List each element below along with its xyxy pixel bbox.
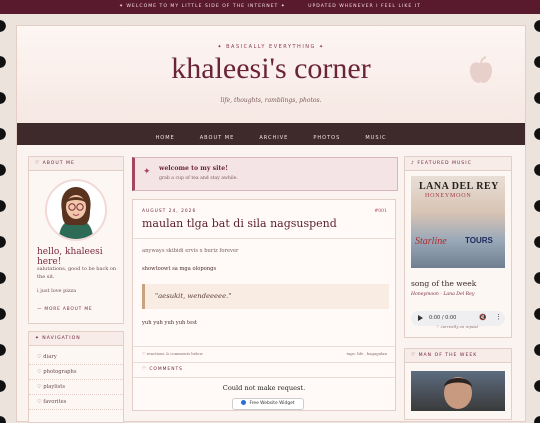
blog-post: AUGUST 24, 2026 #001 maulan tlga bat di … (132, 199, 396, 411)
post-footer-note: ♡ reactions & comments below (142, 351, 203, 356)
welcome-text: grab a cup of tea and stay awhile. (159, 176, 238, 181)
site-subtitle: life, thoughts, ramblings, photos. (220, 97, 322, 104)
comments-heading: ♡ COMMENTS (142, 367, 183, 372)
comments-header: ♡ COMMENTS (133, 362, 395, 378)
about-text-1: salutations, good to be back on the sit. (37, 266, 117, 280)
post-number: #001 (374, 209, 387, 214)
top-banner-right: UPDATED WHENEVER I FEEL LIKE IT (308, 4, 421, 9)
more-options-icon[interactable]: ⋮ (495, 313, 502, 321)
navigation-heading: ✦ NAVIGATION (29, 332, 123, 346)
nav-about-me[interactable]: ABOUT ME (200, 135, 234, 141)
top-banner-left: ✦ WELCOME TO MY LITTLE SIDE OF THE INTER… (119, 4, 286, 9)
featured-music-heading: ♪ FEATURED MUSIC (405, 157, 511, 171)
nav-link-photographs[interactable]: ♡ photographs (29, 365, 123, 380)
sparkle-icon: ✦ (143, 167, 151, 177)
widget-label: Free Website Widget (249, 401, 295, 406)
man-of-the-week-photo (411, 371, 505, 411)
apple-icon (469, 56, 493, 83)
person-photo (444, 377, 472, 409)
volume-icon[interactable]: 🔇 (479, 314, 486, 321)
site-header: ✦ BASICALLY EVERYTHING ✦ khaleesi's corn… (17, 26, 525, 124)
post-quote: "aesukit, wendeeeee." (142, 284, 389, 309)
player-time: 0:00 / 0:00 (429, 315, 457, 321)
post-tags[interactable]: tags: life , bagagulan (346, 351, 387, 356)
about-text-2: i just love pizza (37, 288, 77, 294)
music-caption: ♡ currently on repeat (435, 324, 479, 329)
top-banner: ✦ WELCOME TO MY LITTLE SIDE OF THE INTER… (0, 0, 540, 14)
about-me-panel: ♡ ABOUT ME hello, khaleesi here! salutat… (28, 156, 124, 324)
nav-music[interactable]: MUSIC (365, 135, 386, 141)
post-divider (133, 238, 395, 239)
album-title: HONEYMOON (425, 193, 472, 199)
about-me-heading: ♡ ABOUT ME (29, 157, 123, 171)
navigation-panel: ✦ NAVIGATION ♡ diary ♡ photographs ♡ pla… (28, 331, 124, 423)
man-of-the-week-heading: ♡ MAN OF THE WEEK (405, 349, 511, 363)
nav-link-playlists[interactable]: ♡ playlists (29, 380, 123, 395)
nav-link-favorites[interactable]: ♡ favorites (29, 395, 123, 410)
album-word-2: TOURS (465, 236, 493, 245)
post-paragraph-1: anyways skibidi ervis x buriz forever (142, 248, 239, 254)
welcome-title: welcome to my site! (159, 165, 228, 172)
widget-button[interactable]: Free Website Widget (232, 398, 304, 410)
header-tagline: ✦ BASICALLY EVERYTHING ✦ (217, 44, 325, 50)
main-nav: HOME ABOUT ME ARCHIVE PHOTOS MUSIC (17, 123, 525, 145)
post-paragraph-2: showtoowt sa mga olopongs (142, 266, 217, 272)
album-word-1: Starline (415, 236, 447, 247)
song-heading: song of the week (411, 279, 477, 288)
more-about-me-link[interactable]: — MORE ABOUT ME (37, 307, 93, 312)
featured-music-panel: ♪ FEATURED MUSIC LANA DEL REY HONEYMOON … (404, 156, 512, 338)
nav-link-diary[interactable]: ♡ diary (29, 350, 123, 365)
nav-home[interactable]: HOME (156, 135, 175, 141)
post-date: AUGUST 24, 2026 (142, 209, 197, 214)
nav-photos[interactable]: PHOTOS (313, 135, 340, 141)
post-quote-text: "aesukit, wendeeeee." (155, 292, 232, 300)
avatar-illustration (47, 181, 105, 239)
play-icon[interactable] (418, 315, 423, 321)
widget-icon (241, 400, 247, 405)
nav-archive[interactable]: ARCHIVE (259, 135, 288, 141)
avatar (45, 179, 107, 241)
comments-error: Could not make request. (222, 384, 306, 392)
post-paragraph-3: yuh yuh yuh yuh test (142, 320, 197, 326)
man-of-the-week-panel: ♡ MAN OF THE WEEK (404, 348, 512, 420)
post-title[interactable]: maulan tlga bat di sila nagsuspend (142, 217, 337, 230)
site-title[interactable]: khaleesi's corner (17, 52, 525, 86)
song-name: Honeymoon - Lana Del Rey (411, 292, 475, 297)
album-artist: LANA DEL REY (419, 181, 499, 192)
album-cover: LANA DEL REY HONEYMOON Starline TOURS (411, 176, 505, 268)
about-greeting: hello, khaleesi here! (37, 247, 103, 267)
post-footer-divider (133, 346, 395, 347)
welcome-note: ✦ welcome to my site! grab a cup of tea … (132, 157, 398, 191)
